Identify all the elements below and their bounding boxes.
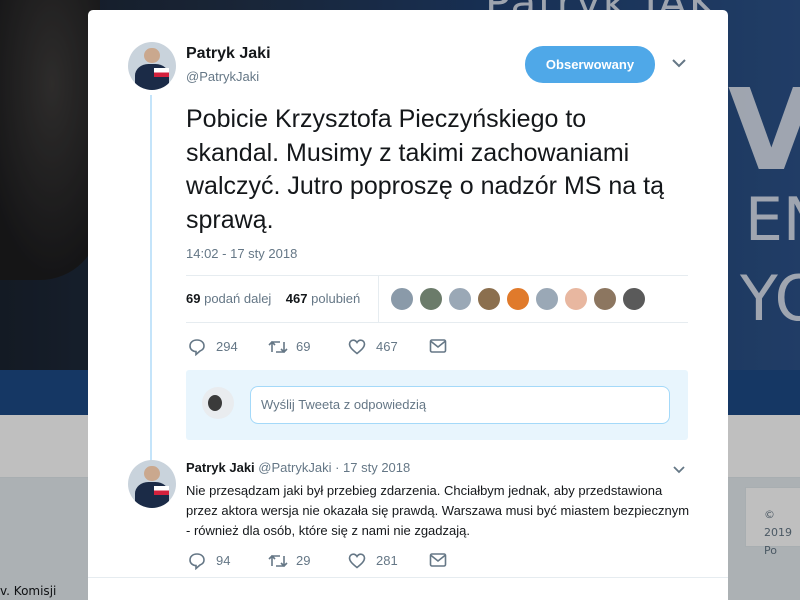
- modal-bottom-divider: [88, 577, 728, 578]
- author-name[interactable]: Patryk Jaki: [186, 45, 271, 63]
- thread-connector-line: [150, 95, 152, 467]
- liker-avatar[interactable]: [419, 287, 443, 311]
- tweet-stats: 69 podań dalej 467 polubień: [186, 291, 360, 306]
- reply-input[interactable]: Wyślij Tweeta z odpowiedzią: [250, 386, 670, 424]
- liker-avatar[interactable]: [448, 287, 472, 311]
- tweet-timestamp[interactable]: 14:02 - 17 sty 2018: [186, 246, 297, 261]
- chevron-down-icon[interactable]: [672, 56, 686, 72]
- author-handle[interactable]: @PatrykJaki: [186, 69, 259, 84]
- liker-avatar[interactable]: [622, 287, 646, 311]
- reply-author-avatar[interactable]: [128, 460, 176, 508]
- envelope-icon: [429, 553, 447, 567]
- heart-icon: [348, 553, 366, 569]
- likes-stat[interactable]: 467 polubień: [286, 291, 360, 306]
- heart-icon: [348, 339, 366, 355]
- reply-author-name[interactable]: Patryk Jaki: [186, 460, 255, 475]
- envelope-icon: [429, 339, 447, 353]
- stats-bottom-divider: [186, 322, 688, 323]
- reply-author-handle[interactable]: @PatrykJaki: [258, 460, 331, 475]
- retweet-icon: [268, 340, 288, 354]
- stats-top-divider: [186, 275, 688, 276]
- liker-avatar[interactable]: [593, 287, 617, 311]
- liker-avatar[interactable]: [535, 287, 559, 311]
- retweet-icon: [268, 554, 288, 568]
- reply-date[interactable]: · 17 sty 2018: [335, 460, 410, 475]
- liker-avatar[interactable]: [564, 287, 588, 311]
- stats-separator: [378, 276, 379, 322]
- tweet-modal: Patryk Jaki @PatrykJaki Obserwowany Pobi…: [88, 10, 728, 600]
- reply-icon: [189, 553, 205, 570]
- liker-avatar[interactable]: [477, 287, 501, 311]
- reply-author-line: Patryk Jaki @PatrykJaki · 17 sty 2018: [186, 460, 410, 475]
- reply-chevron-down-icon[interactable]: [673, 462, 685, 478]
- liker-avatar[interactable]: [390, 287, 414, 311]
- retweets-stat[interactable]: 69 podań dalej: [186, 291, 271, 306]
- reply-composer: Wyślij Tweeta z odpowiedzią: [186, 370, 688, 440]
- reply-icon: [189, 339, 205, 356]
- liker-avatar[interactable]: [506, 287, 530, 311]
- reply-tweet-text: Nie przesądzam jaki był przebieg zdarzen…: [186, 483, 690, 538]
- current-user-avatar: [202, 387, 234, 419]
- follow-status-button[interactable]: Obserwowany: [525, 46, 655, 83]
- author-avatar[interactable]: [128, 42, 176, 90]
- tweet-text: Pobicie Krzysztofa Pieczyńskiego to skan…: [186, 105, 665, 234]
